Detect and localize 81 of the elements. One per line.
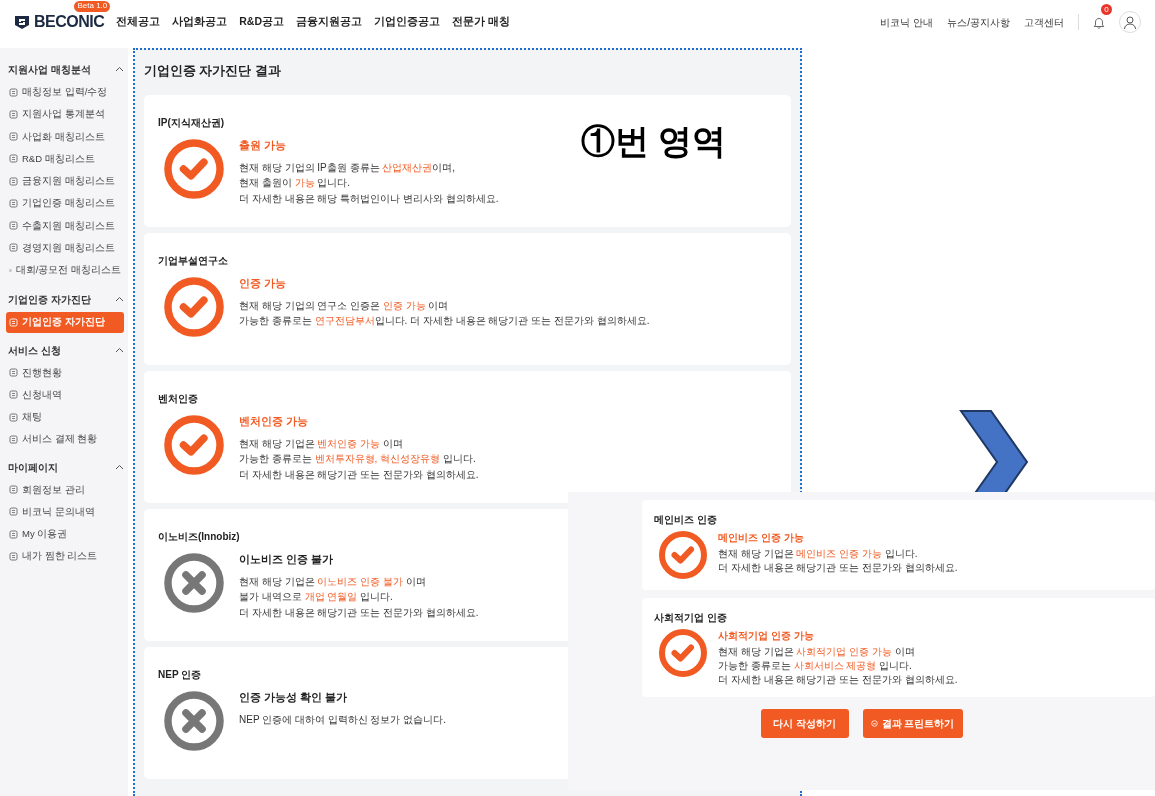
sidebar-item[interactable]: 진행현황 — [6, 362, 124, 383]
result-text: 더 자세한 내용은 해당기관 또는 전문가와 협의하세요. — [718, 561, 958, 575]
sidebar-item[interactable]: 수출지원 매칭리스트 — [6, 215, 124, 236]
result-status: 사회적기업 인증 가능 — [718, 629, 814, 643]
result-text: 현재 해당 기업의 IP출원 종류는 산업재산권이며, — [239, 160, 456, 175]
chevron-up-icon[interactable] — [115, 463, 124, 471]
result-text: 현재 해당 기업은 메인비즈 인증 가능 입니다. — [718, 547, 918, 561]
check-circle-icon — [163, 275, 225, 338]
print-icon — [870, 720, 878, 727]
check-circle-icon — [163, 413, 225, 476]
result-text: 더 자세한 내용은 해당기관 또는 전문가와 협의하세요. — [239, 605, 479, 620]
sidebar-item[interactable]: 서비스 결제 현황 — [6, 429, 124, 450]
user-icon — [1123, 15, 1137, 29]
nav-link[interactable]: 전문가 매칭 — [452, 14, 510, 30]
chevron-up-icon[interactable] — [115, 346, 124, 354]
card-title: 메인비즈 인증 — [654, 513, 717, 527]
sidebar-section-title: 기업인증 자가진단 — [8, 293, 91, 308]
result-text: 더 자세한 내용은 해당 특허법인이나 변리사와 협의하세요. — [239, 191, 499, 206]
result-text: 현재 해당 기업은 벤처인증 가능 이며 — [239, 436, 403, 451]
sidebar-item[interactable]: 회원정보 관리 — [6, 479, 124, 500]
result-text: 가능한 종류로는 사회서비스 제공형 입니다. — [718, 659, 912, 673]
sidebar-item[interactable]: 경영지원 매칭리스트 — [6, 237, 124, 258]
chevron-up-icon[interactable] — [115, 296, 124, 304]
header-link[interactable]: 비코닉 안내 — [880, 14, 934, 30]
result-status: 이노비즈 인증 불가 — [239, 551, 333, 567]
sidebar-item[interactable]: 금융지원 매칭리스트 — [6, 171, 124, 192]
sidebar-item[interactable]: 내가 찜한 리스트 — [6, 546, 124, 567]
card-title: IP(지식재산권) — [158, 115, 225, 130]
result-text: 현재 해당 기업은 이노비즈 인증 불가 이며 — [239, 574, 426, 589]
chevron-up-icon[interactable] — [115, 66, 124, 73]
card-title: 이노비즈(Innobiz) — [158, 529, 240, 544]
sidebar-section-title: 서비스 신청 — [8, 343, 61, 358]
check-circle-icon — [163, 137, 225, 200]
result-text: 불가 내역으로 개업 연월일 입니다. — [239, 590, 393, 604]
card-title: 기업부설연구소 — [158, 253, 228, 268]
bell-icon[interactable] — [1093, 16, 1105, 29]
result-status: 인증 가능 — [239, 275, 286, 291]
notification-badge: 0 — [1101, 4, 1112, 15]
check-circle-icon — [658, 530, 708, 580]
nav-link[interactable]: 금융지원공고 — [296, 14, 363, 30]
sidebar-section-title: 마이페이지 — [8, 460, 58, 475]
result-text: 가능한 종류로는 벤처투자유형, 혁신성장유형 입니다. — [239, 452, 476, 466]
result-text: NEP 인증에 대하여 입력하신 정보가 없습니다. — [239, 712, 447, 727]
nav-link[interactable]: 사업화공고 — [172, 14, 228, 30]
nav-link[interactable]: 전체공고 — [116, 14, 161, 30]
x-circle-icon — [163, 551, 225, 614]
beta-badge: Beta 1.0 — [74, 1, 111, 12]
card-title: 벤처인증 — [158, 391, 198, 406]
result-status: 출원 가능 — [239, 137, 286, 153]
result-text: 더 자세한 내용은 해당기관 또는 전문가와 협의하세요. — [239, 467, 479, 482]
sidebar-item[interactable]: R&D 매칭리스트 — [6, 148, 124, 169]
sidebar-item[interactable]: 기업인증 매칭리스트 — [6, 193, 124, 214]
check-circle-icon — [658, 628, 708, 678]
sidebar-item[interactable]: 비코닉 문의내역 — [6, 501, 124, 522]
result-text: 현재 해당 기업은 사회적기업 인증 가능 이며 — [718, 645, 915, 659]
nav-link[interactable]: 기업인증공고 — [374, 14, 441, 30]
sidebar-item[interactable]: 매칭정보 입력/수정 — [6, 82, 124, 103]
x-circle-icon — [163, 689, 225, 752]
logo-text[interactable]: BECONIC — [34, 10, 105, 34]
sidebar-item[interactable]: 채팅 — [6, 407, 124, 428]
header-link[interactable]: 뉴스/공지사항 — [947, 14, 1010, 30]
result-text: 가능한 종류로는 연구전담부서입니다. 더 자세한 내용은 해당기관 또는 전문가와 협의하세요. — [239, 314, 650, 328]
sidebar-item[interactable]: 대회/공모전 매칭리스트 — [6, 260, 124, 281]
sidebar-item[interactable]: 신청내역 — [6, 384, 124, 405]
result-text: 현재 해당 기업의 연구소 인증은 인증 가능 이며 — [239, 298, 449, 313]
sidebar-item[interactable]: 사업화 매칭리스트 — [6, 126, 124, 147]
header-link[interactable]: 고객센터 — [1024, 14, 1064, 30]
result-status: 벤처인증 가능 — [239, 413, 308, 429]
sidebar-section-title: 지원사업 매칭분석 — [8, 63, 91, 77]
sidebar-item[interactable]: My 이용권 — [6, 524, 124, 545]
result-status: 메인비즈 인증 가능 — [718, 531, 804, 545]
page-title: 기업인증 자가진단 결과 — [144, 63, 282, 80]
shield-logo-icon — [14, 14, 30, 30]
result-text: 더 자세한 내용은 해당기관 또는 전문가와 협의하세요. — [718, 673, 958, 687]
annotation-label: ①번 영역 — [581, 121, 727, 162]
result-status: 인증 가능성 확인 불가 — [239, 689, 347, 705]
card-title: NEP 인증 — [158, 667, 202, 682]
nav-link[interactable]: R&D공고 — [239, 14, 285, 30]
result-text: 현재 출원이 가능 입니다. — [239, 176, 351, 190]
sidebar-item[interactable]: 지원사업 통계분석 — [6, 104, 124, 125]
card-title: 사회적기업 인증 — [654, 611, 727, 625]
